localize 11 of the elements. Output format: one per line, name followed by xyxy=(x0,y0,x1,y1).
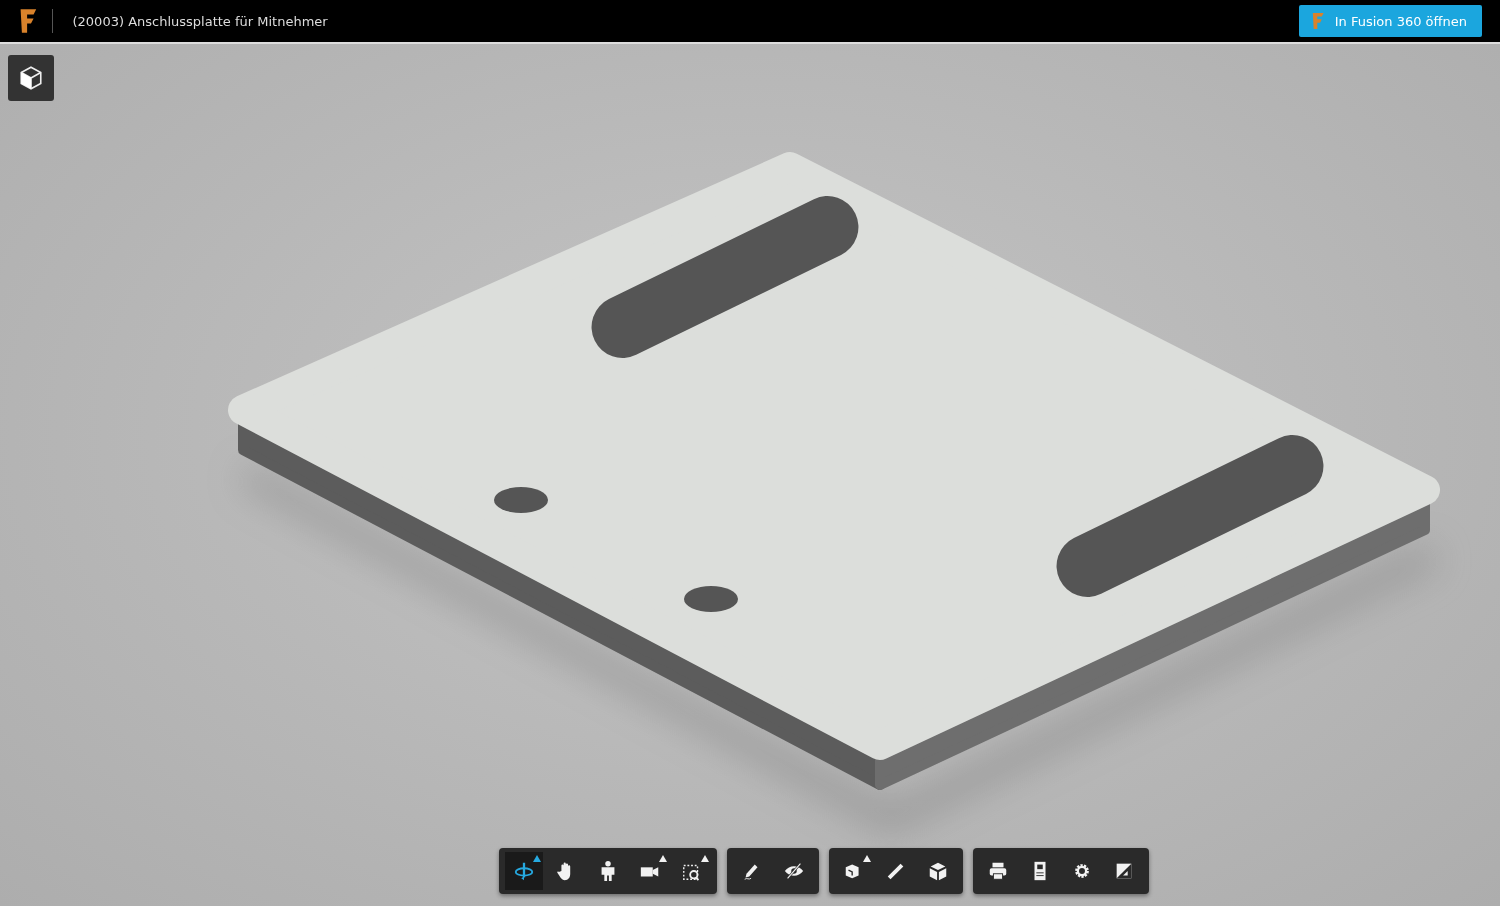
document-title: (20003) Anschlussplatte für Mitnehmer xyxy=(72,13,329,29)
toolbar-button[interactable] xyxy=(505,852,543,890)
fusion-logo-icon xyxy=(1311,12,1325,30)
fusion-logo-icon xyxy=(18,8,38,34)
hidden-eye-icon xyxy=(783,860,805,882)
view-cube-button[interactable] xyxy=(8,55,54,101)
orbit-icon xyxy=(513,860,535,882)
cube-icon xyxy=(18,65,44,91)
cube-icon xyxy=(927,860,949,882)
open-in-app-button[interactable]: In Fusion 360 öffnen xyxy=(1299,5,1482,37)
printer-icon xyxy=(987,860,1009,882)
